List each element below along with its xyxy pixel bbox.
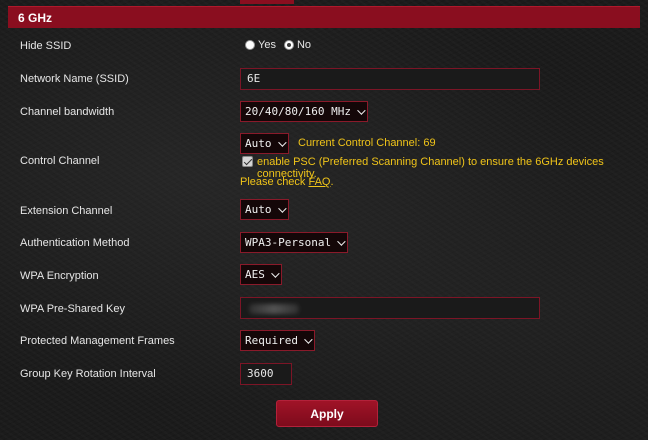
- auth-method-value: WPA3-Personal: [245, 236, 332, 249]
- bandwidth-value: 20/40/80/160 MHz: [245, 105, 351, 118]
- control-channel-select[interactable]: Auto: [240, 133, 289, 154]
- chevron-down-icon: [277, 203, 287, 213]
- extension-channel-select[interactable]: Auto: [240, 199, 289, 220]
- bandwidth-select[interactable]: 20/40/80/160 MHz: [240, 101, 368, 122]
- hide-ssid-yes-label: Yes: [258, 39, 276, 51]
- wpa-encryption-select[interactable]: AES: [240, 264, 282, 285]
- chevron-down-icon: [277, 137, 287, 147]
- faq-line: Please check FAQ.: [240, 176, 334, 188]
- psk-input[interactable]: [240, 297, 540, 319]
- control-channel-value: Auto: [245, 137, 272, 150]
- hide-ssid-no-radio[interactable]: [283, 40, 294, 50]
- ssid-input[interactable]: 6E: [240, 68, 540, 90]
- hide-ssid-no-label: No: [296, 39, 312, 51]
- faq-suffix: .: [330, 176, 334, 188]
- ssid-label: Network Name (SSID): [20, 73, 129, 85]
- pmf-value: Required: [245, 334, 298, 347]
- bandwidth-label: Channel bandwidth: [20, 106, 115, 118]
- chevron-down-icon: [304, 334, 313, 344]
- hide-ssid-label: Hide SSID: [20, 40, 72, 52]
- auth-method-label: Authentication Method: [20, 237, 130, 249]
- group-key-label: Group Key Rotation Interval: [20, 368, 156, 380]
- chevron-down-icon: [357, 105, 366, 115]
- extension-channel-label: Extension Channel: [20, 205, 113, 217]
- faq-prefix: Please check: [240, 176, 309, 188]
- pmf-label: Protected Management Frames: [20, 335, 175, 347]
- chevron-down-icon: [271, 268, 280, 278]
- hide-ssid-radio-group: Yes No: [245, 39, 319, 51]
- top-tab-stub: [240, 0, 294, 4]
- psk-label: WPA Pre-Shared Key: [20, 303, 125, 315]
- hide-ssid-yes-radio[interactable]: [245, 40, 255, 50]
- chevron-down-icon: [337, 236, 346, 246]
- apply-button[interactable]: Apply: [276, 400, 378, 427]
- wpa-encryption-label: WPA Encryption: [20, 270, 99, 282]
- control-channel-label: Control Channel: [20, 155, 100, 167]
- wpa-encryption-value: AES: [245, 268, 265, 281]
- group-key-input[interactable]: 3600: [240, 363, 292, 385]
- pmf-select[interactable]: Required: [240, 330, 315, 351]
- section-header: 6 GHz: [8, 6, 640, 28]
- current-control-channel-text: Current Control Channel: 69: [298, 137, 436, 149]
- psc-checkbox[interactable]: [242, 156, 253, 167]
- auth-method-select[interactable]: WPA3-Personal: [240, 232, 349, 253]
- extension-channel-value: Auto: [245, 203, 272, 216]
- faq-link[interactable]: FAQ: [308, 176, 330, 188]
- psk-masked-value: [249, 304, 299, 314]
